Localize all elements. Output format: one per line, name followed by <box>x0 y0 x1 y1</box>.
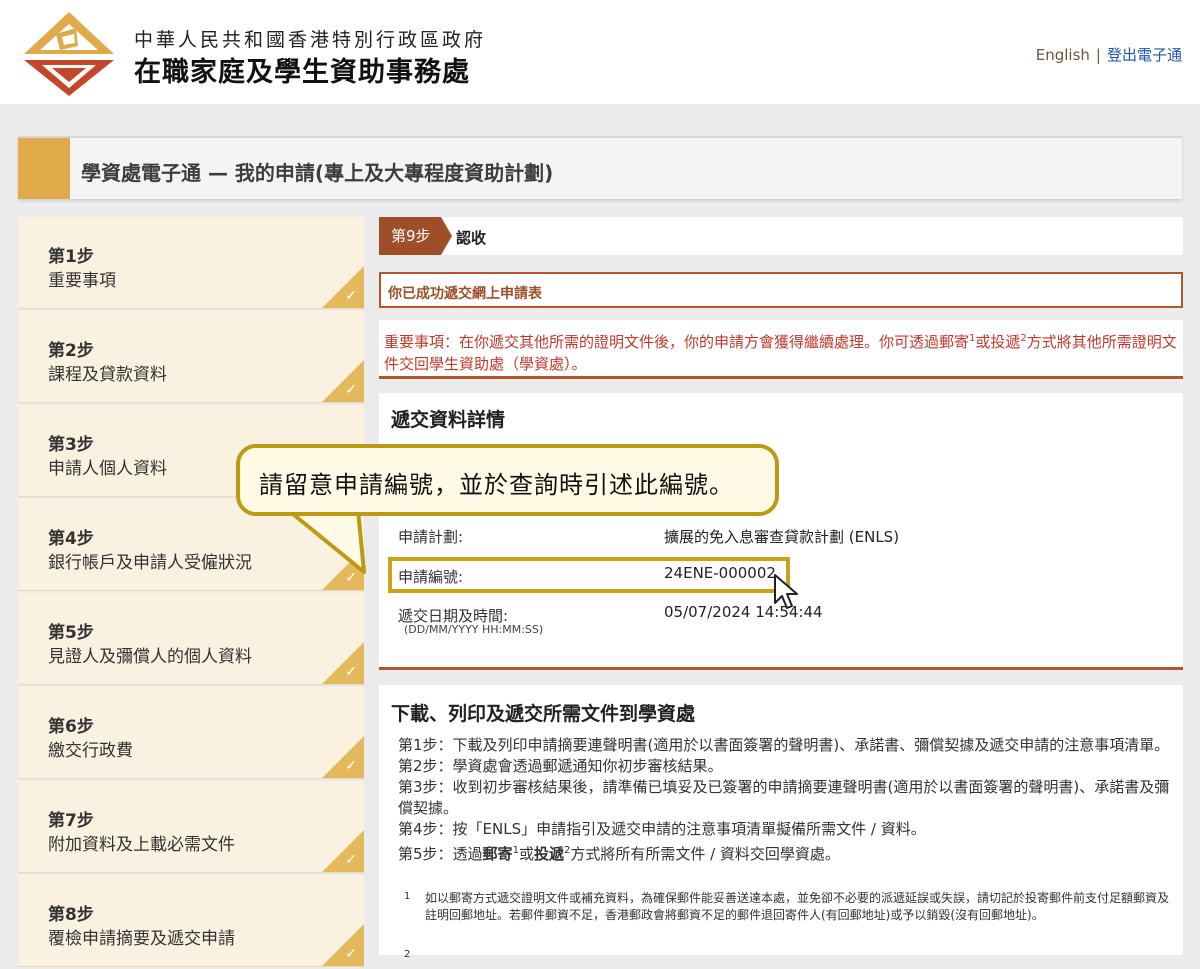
step-label: 重要事項 <box>48 271 116 291</box>
callout-tail <box>286 510 366 574</box>
check-icon: ✓ <box>345 382 357 398</box>
step-badge-arrow <box>441 217 452 255</box>
check-icon: ✓ <box>345 758 357 774</box>
footnote-1: 1 如以郵寄方式遞交證明文件或補充資料，為確保郵件能妥善送達本處，並免卻不必要的… <box>398 890 1178 924</box>
completed-corner <box>322 266 364 308</box>
download-steps: 第1步：下載及列印申請摘要連聲明書(適用於以書面簽署的聲明書)、承諾書、彌償契據… <box>398 735 1178 865</box>
mouse-pointer-icon <box>774 574 798 609</box>
top-links: English | 登出電子通 <box>1036 44 1182 65</box>
step-number: 第8步 <box>48 905 94 925</box>
step5-part: 第5步：透過 <box>398 845 483 863</box>
download-step-4: 第4步：按「ENLS」申請指引及遞交申請的注意事項清單擬備所需文件 / 資料。 <box>398 820 926 838</box>
footnote-number: 1 <box>404 891 411 902</box>
completed-corner <box>322 736 364 778</box>
details-heading: 遞交資料詳情 <box>391 409 506 431</box>
notice-part: 或投遞 <box>975 333 1021 351</box>
step-number: 第7步 <box>48 811 94 831</box>
completed-corner <box>322 360 364 402</box>
sidebar-step-2[interactable]: 第2步 課程及貸款資料 ✓ <box>18 311 364 403</box>
office-logo <box>24 12 114 96</box>
sidebar-step-6[interactable]: 第6步 繳交行政費 ✓ <box>18 687 364 779</box>
title-accent-block <box>18 138 70 199</box>
download-heading: 下載、列印及遞交所需文件到學資處 <box>391 703 696 725</box>
logout-link[interactable]: 登出電子通 <box>1107 46 1182 64</box>
step-label: 覆檢申請摘要及遞交申請 <box>48 929 235 949</box>
sidebar-step-5[interactable]: 第5步 見證人及彌償人的個人資料 ✓ <box>18 593 364 685</box>
site-header: 中華人民共和國香港特別行政區政府 在職家庭及學生資助事務處 English | 登出… <box>0 0 1200 104</box>
date-format-hint: (DD/MM/YYYY HH:MM:SS) <box>404 623 544 636</box>
application-number-label: 申請編號: <box>398 568 464 586</box>
step-label: 申請人個人資料 <box>48 459 167 479</box>
download-step-3: 第3步：收到初步審核結果後，請準備已填妥及已簽署的申請摘要連聲明書(適用於以書面… <box>398 778 1170 817</box>
success-message: 你已成功遞交網上申請表 <box>388 286 542 302</box>
application-number-value: 24ENE-000002 <box>664 564 776 582</box>
step-number: 第5步 <box>48 623 94 643</box>
step-title: 認收 <box>456 229 487 247</box>
step-number: 第4步 <box>48 529 94 549</box>
important-notice-text: 重要事項：在你遞交其他所需的證明文件後，你的申請方會獲得繼續處理。你可透過郵寄1… <box>384 328 1180 375</box>
step-number: 第3步 <box>48 435 94 455</box>
footnote-text: 如以郵寄方式遞交證明文件或補充資料，為確保郵件能妥善送達本處，並免卻不必要的派遞… <box>425 891 1170 922</box>
current-step-header: 第9步 認收 <box>379 217 1183 255</box>
step-number: 第2步 <box>48 341 94 361</box>
check-icon: ✓ <box>345 946 357 962</box>
completed-corner <box>322 924 364 966</box>
success-message-box: 你已成功遞交網上申請表 <box>379 272 1183 308</box>
completed-corner <box>322 830 364 872</box>
download-instructions: 下載、列印及遞交所需文件到學資處 第1步：下載及列印申請摘要連聲明書(適用於以書… <box>379 685 1183 960</box>
step5-part: 方式將所有所需文件 / 資料交回學資處。 <box>570 845 840 863</box>
download-step-5: 第5步：透過郵寄1或投遞2方式將所有所需文件 / 資料交回學資處。 <box>398 840 1178 865</box>
step-label: 課程及貸款資料 <box>48 365 167 385</box>
sidebar-step-7[interactable]: 第7步 附加資料及上載必需文件 ✓ <box>18 781 364 873</box>
callout-text: 請留意申請編號，並於查詢時引述此編號。 <box>259 471 734 499</box>
step-label: 銀行帳戶及申請人受僱狀況 <box>48 553 252 573</box>
completed-corner <box>322 642 364 684</box>
footnote-number: 2 <box>404 949 411 960</box>
tip-callout: 請留意申請編號，並於查詢時引述此編號。 <box>236 444 779 516</box>
page-title-bar: 學資處電子通 — 我的申請(專上及大專程度資助計劃) <box>18 136 1182 199</box>
scheme-value: 擴展的免入息審查貸款計劃 (ENLS) <box>664 528 900 546</box>
download-step-2: 第2步：學資處會透過郵遞通知你初步審核結果。 <box>398 757 723 775</box>
mail-method: 郵寄 <box>482 845 513 863</box>
submission-details: 遞交資料詳情 申請計劃: 擴展的免入息審查貸款計劃 (ENLS) 申請編號: 2… <box>379 393 1183 670</box>
important-notice: 重要事項：在你遞交其他所需的證明文件後，你的申請方會獲得繼續處理。你可透過郵寄1… <box>379 320 1183 379</box>
sidebar-step-8[interactable]: 第8步 覆檢申請摘要及遞交申請 ✓ <box>18 875 364 967</box>
step-badge: 第9步 <box>379 217 441 255</box>
check-icon: ✓ <box>345 288 357 304</box>
link-separator: | <box>1095 46 1101 64</box>
steps-sidebar: 第1步 重要事項 ✓ 第2步 課程及貸款資料 ✓ 第3步 申請人個人資料 ✓ 第… <box>18 217 364 969</box>
check-icon: ✓ <box>345 664 357 680</box>
page-title: 學資處電子通 — 我的申請(專上及大專程度資助計劃) <box>81 161 554 185</box>
sidebar-step-1[interactable]: 第1步 重要事項 ✓ <box>18 217 364 309</box>
step-number: 第1步 <box>48 247 94 267</box>
org-name-line2: 在職家庭及學生資助事務處 <box>134 57 470 88</box>
download-step-1: 第1步：下載及列印申請摘要連聲明書(適用於以書面簽署的聲明書)、承諾書、彌償契據… <box>398 736 1170 754</box>
step5-part: 或 <box>518 845 534 863</box>
check-icon: ✓ <box>345 852 357 868</box>
step-label: 附加資料及上載必需文件 <box>48 835 235 855</box>
notice-part: 重要事項：在你遞交其他所需的證明文件後，你的申請方會獲得繼續處理。你可透過郵寄 <box>384 333 970 351</box>
step-label: 見證人及彌償人的個人資料 <box>48 647 252 667</box>
org-name-line1: 中華人民共和國香港特別行政區政府 <box>134 29 487 51</box>
step-number: 第6步 <box>48 717 94 737</box>
drop-method: 投遞 <box>533 845 564 863</box>
english-link[interactable]: English <box>1036 46 1090 64</box>
scheme-label: 申請計劃: <box>398 528 464 546</box>
step-label: 繳交行政費 <box>48 741 133 761</box>
